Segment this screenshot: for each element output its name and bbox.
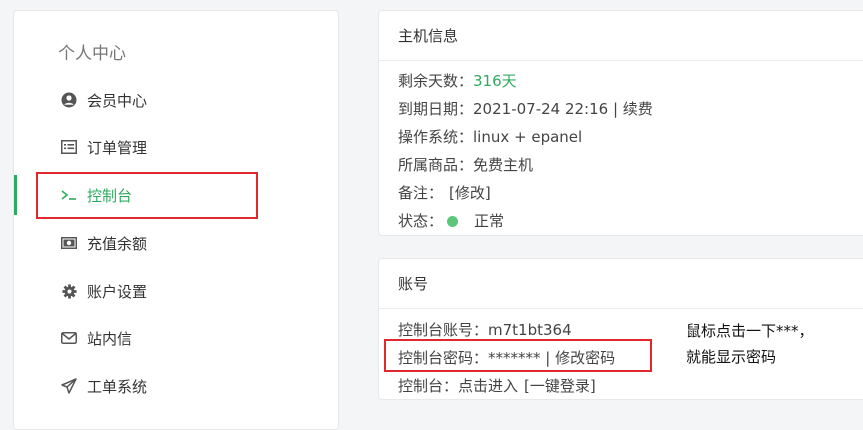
console-password-row: 控制台密码：******* | 修改密码 xyxy=(398,347,615,368)
user-circle-icon xyxy=(61,92,77,108)
separator: | xyxy=(608,100,623,118)
console-account-label: 控制台账号： xyxy=(398,321,489,339)
sidebar-item-label: 账户设置 xyxy=(87,282,148,301)
status-row: 状态： 正常 xyxy=(398,210,504,231)
host-info-title: 主机信息 xyxy=(379,11,863,61)
remaining-days-row: 剩余天数：316天 xyxy=(398,70,517,91)
separator: | xyxy=(540,349,556,367)
sidebar-item-label: 控制台 xyxy=(87,186,133,205)
change-password-link[interactable]: 修改密码 xyxy=(555,349,615,367)
expiry-date-row: 到期日期：2021-07-24 22:16 | 续费 xyxy=(398,98,653,119)
sidebar-item-member-center[interactable]: 会员中心 xyxy=(14,80,338,120)
sidebar-item-tickets[interactable]: 工单系统 xyxy=(14,366,338,406)
product-row: 所属商品：免费主机 xyxy=(398,154,533,175)
console-one-click-login-link[interactable]: [一键登录] xyxy=(524,377,596,395)
sidebar-item-label: 充值余额 xyxy=(87,234,148,253)
status-dot-icon xyxy=(447,216,459,227)
sidebar-item-recharge[interactable]: 充值余额 xyxy=(14,223,338,263)
expiry-date-label: 到期日期： xyxy=(398,100,474,118)
console-label: 控制台： xyxy=(398,377,459,395)
host-info-card: 主机信息 剩余天数：316天 到期日期：2021-07-24 22:16 | 续… xyxy=(378,10,863,236)
sidebar-title: 个人中心 xyxy=(58,44,126,64)
renew-link[interactable]: 续费 xyxy=(623,100,653,118)
remaining-days-value: 316天 xyxy=(473,72,517,90)
product-value: 免费主机 xyxy=(473,156,534,174)
sidebar-item-label: 订单管理 xyxy=(87,138,148,157)
console-row: 控制台：点击进入 [一键登录] xyxy=(398,375,596,396)
console-password-value[interactable]: ******* xyxy=(488,349,541,367)
mail-icon xyxy=(61,330,77,346)
remark-label: 备注： xyxy=(398,184,444,202)
status-label: 状态： xyxy=(398,212,444,230)
account-title: 账号 xyxy=(379,259,863,309)
remaining-days-label: 剩余天数： xyxy=(398,72,474,90)
sidebar-item-label: 站内信 xyxy=(87,329,133,348)
os-label: 操作系统： xyxy=(398,128,474,146)
annotation-line-1: 鼠标点击一下***， xyxy=(686,322,814,340)
remark-row: 备注： [修改] xyxy=(398,182,491,203)
annotation-note: 鼠标点击一下***， 就能显示密码 xyxy=(686,318,814,370)
os-row: 操作系统：linux + epanel xyxy=(398,126,582,147)
terminal-icon xyxy=(61,187,77,203)
list-icon xyxy=(61,139,77,155)
gear-icon xyxy=(61,283,77,299)
paper-plane-icon xyxy=(61,378,77,394)
sidebar-item-console[interactable]: 控制台 xyxy=(14,175,338,215)
sidebar-item-label: 工单系统 xyxy=(87,377,148,396)
sidebar-item-account-settings[interactable]: 账户设置 xyxy=(14,271,338,311)
os-value: linux + epanel xyxy=(473,128,583,146)
expiry-date-value: 2021-07-24 22:16 xyxy=(473,100,609,118)
sidebar-item-orders[interactable]: 订单管理 xyxy=(14,127,338,167)
sidebar: 个人中心 会员中心 订单管理 控制台 充值余额 账户设置 站内信 工单系统 xyxy=(13,10,339,430)
status-value: 正常 xyxy=(474,212,505,230)
console-password-label: 控制台密码： xyxy=(398,349,489,367)
console-enter-link[interactable]: 点击进入 xyxy=(458,377,518,395)
console-account-value: m7t1bt364 xyxy=(488,321,572,339)
console-account-row: 控制台账号：m7t1bt364 xyxy=(398,319,572,340)
sidebar-item-label: 会员中心 xyxy=(87,91,148,110)
money-icon xyxy=(61,235,77,251)
product-label: 所属商品： xyxy=(398,156,474,174)
remark-edit-link[interactable]: [修改] xyxy=(449,184,491,202)
annotation-line-2: 就能显示密码 xyxy=(686,348,777,366)
sidebar-item-messages[interactable]: 站内信 xyxy=(14,318,338,358)
